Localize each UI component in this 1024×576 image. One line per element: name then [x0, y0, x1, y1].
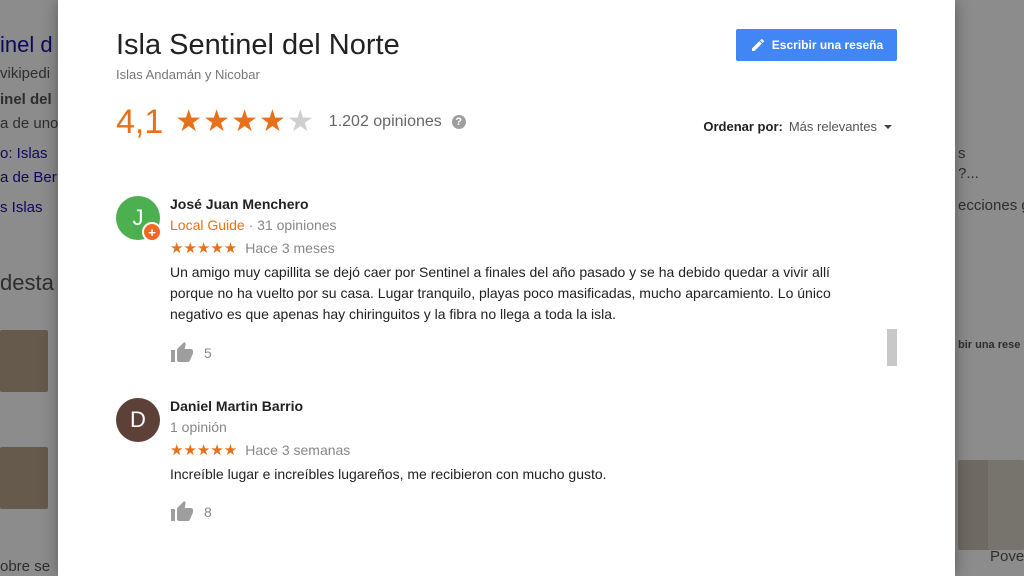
reviewer-meta: Local Guide · 31 opiniones: [170, 217, 876, 233]
review-time: Hace 3 semanas: [245, 442, 351, 458]
thumbs-up-icon: [171, 342, 193, 362]
like-count: 8: [204, 504, 212, 520]
place-title: Isla Sentinel del Norte: [116, 29, 400, 61]
like-count: 5: [204, 345, 212, 361]
help-icon[interactable]: ?: [451, 115, 466, 129]
rating-stars: ★ ★ ★ ★ ★: [175, 107, 315, 137]
scrollbar-thumb[interactable]: [887, 329, 897, 366]
review-count-text: · 31 opiniones: [244, 217, 337, 233]
sort-value: Más relevantes: [788, 119, 877, 134]
reviewer-name[interactable]: José Juan Menchero: [170, 196, 876, 212]
sort-label: Ordenar por:: [703, 119, 783, 134]
thumbs-up-icon: [171, 501, 193, 521]
like-button[interactable]: 5: [170, 341, 876, 365]
reviewer-meta: 1 opinión: [170, 419, 227, 435]
reviewer-name[interactable]: Daniel Martin Barrio: [170, 398, 876, 414]
review-time: Hace 3 meses: [245, 240, 335, 256]
rating-summary: 4,1 ★ ★ ★ ★ ★ 1.202 opiniones ?: [116, 100, 466, 144]
place-subtitle: Islas Andamán y Nicobar: [116, 67, 260, 82]
sort-dropdown[interactable]: Ordenar por: Más relevantes: [703, 119, 892, 134]
review-stars: ★★★★★: [170, 442, 238, 459]
review-text: Un amigo muy capillita se dejó caer por …: [170, 264, 831, 322]
star-empty-icon: ★: [286, 105, 314, 138]
star-icon: ★: [231, 105, 258, 138]
caret-down-icon: [884, 124, 892, 129]
star-icon: ★: [203, 105, 231, 138]
star-icon: ★: [258, 105, 286, 138]
review-text: Increíble lugar e increíbles lugareños, …: [170, 466, 607, 482]
review-count: 1.202 opiniones: [328, 113, 442, 130]
reviews-dialog: Isla Sentinel del Norte Islas Andamán y …: [58, 0, 955, 576]
avatar[interactable]: D: [116, 398, 160, 442]
write-review-label: Escribir una reseña: [771, 38, 884, 52]
local-guide-label: Local Guide: [170, 217, 245, 233]
review-stars: ★★★★★: [170, 240, 238, 257]
avatar-letter: D: [130, 407, 146, 432]
rating-value: 4,1: [116, 102, 164, 141]
avatar[interactable]: J +: [116, 196, 162, 242]
like-button[interactable]: 8: [170, 500, 876, 524]
pencil-icon: [751, 38, 764, 51]
star-icon: ★: [175, 105, 203, 138]
local-guide-badge-icon: +: [142, 222, 162, 242]
write-review-button[interactable]: Escribir una reseña: [736, 29, 897, 61]
